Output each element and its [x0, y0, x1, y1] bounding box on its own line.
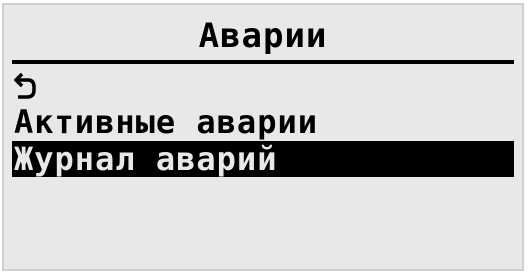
menu-item-label: Журнал аварий [14, 140, 278, 178]
back-menu-item[interactable] [12, 67, 514, 103]
menu-item-label: Активные аварии [14, 103, 318, 141]
title-divider [12, 60, 514, 64]
lcd-screen: Аварии Активные аварии Журнал аварий [2, 3, 524, 271]
menu-item-alarm-log[interactable]: Журнал аварий [12, 141, 514, 177]
screen-title: Аварии [198, 16, 328, 56]
back-arrow-icon [14, 72, 514, 100]
menu-item-active-alarms[interactable]: Активные аварии [12, 104, 514, 140]
